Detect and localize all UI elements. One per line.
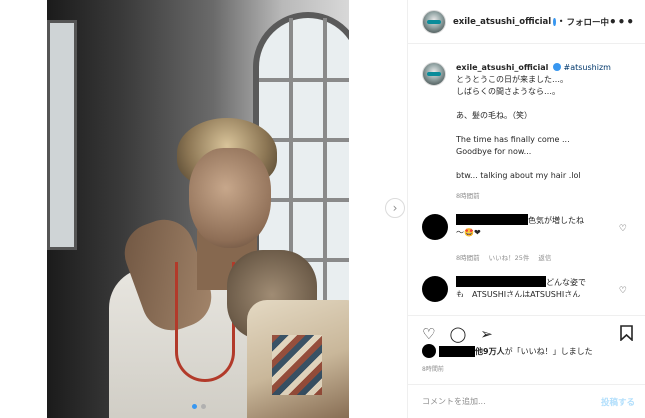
comment-input[interactable]: [422, 397, 582, 406]
comment-text: どんな姿で: [546, 278, 586, 287]
verified-badge-icon: [552, 63, 561, 71]
action-bar: ♡ ◯ ➢: [408, 315, 645, 347]
post-header: exile_atsushi_official • フォロー中 •••: [408, 0, 645, 44]
caption-line: しばらくの間さようなら…。: [456, 87, 560, 96]
carousel-dots: [192, 404, 206, 409]
reply-button[interactable]: 返信: [538, 252, 551, 264]
caption-line: Goodbye for now...: [456, 147, 532, 156]
caption-line: あ、髪の毛ね。（笑）: [456, 111, 532, 120]
post-detail-panel: exile_atsushi_official • フォロー中 ••• exile…: [407, 0, 645, 418]
post-comment-button[interactable]: 投稿する: [601, 396, 635, 408]
heart-icon[interactable]: ♡: [422, 327, 435, 342]
caption-line: btw... talking about my hair .lol: [456, 171, 581, 180]
comment-avatar[interactable]: [422, 276, 448, 302]
comment-timestamp[interactable]: 8時間前: [456, 252, 480, 264]
photo-jacket-pattern: [272, 335, 322, 395]
bookmark-icon[interactable]: [620, 325, 633, 344]
likes-summary: 他9万人 が「いいね！」しました: [422, 344, 593, 358]
caption-username[interactable]: exile_atsushi_official: [456, 63, 548, 72]
caption-avatar[interactable]: [422, 62, 446, 86]
redacted-username: [456, 214, 528, 225]
next-slide-button[interactable]: ›: [385, 198, 405, 218]
comment-text-continued: も ATSUSHIさんはATSUSHIさん: [456, 290, 581, 297]
likes-suffix: が「いいね！」しました: [504, 346, 593, 356]
comment-meta: 8時間前 いいね！25件 返信: [456, 252, 626, 264]
comment-item: 色気が増したね 〜🤩❤ 8時間前 いいね！25件 返信 ♡: [408, 214, 645, 264]
comment-emoji: 🤩❤: [464, 228, 481, 237]
caption-timestamp[interactable]: 8時間前: [456, 190, 631, 202]
photo-necklace: [175, 262, 235, 382]
liker-avatar[interactable]: [422, 344, 436, 358]
comment-like-heart-icon[interactable]: ♡: [619, 286, 627, 296]
comment-avatar[interactable]: [422, 214, 448, 240]
comment-item: どんな姿で も ATSUSHIさんはATSUSHIさん ♡: [408, 276, 645, 302]
share-icon[interactable]: ➢: [480, 327, 493, 342]
add-comment-bar: 投稿する: [408, 384, 645, 418]
likes-count[interactable]: 他9万人: [475, 346, 505, 357]
more-options-icon[interactable]: •••: [609, 15, 635, 29]
redacted-username: [439, 345, 475, 357]
caption: exile_atsushi_official #atsushizm とうとうこの…: [408, 44, 645, 202]
photo-face: [189, 148, 271, 248]
comment-like-count[interactable]: いいね！25件: [489, 252, 530, 264]
caption-line: The time has finally come ...: [456, 135, 570, 144]
post-timestamp[interactable]: 8時間前: [422, 364, 444, 373]
chevron-right-icon: ›: [392, 201, 398, 215]
photo-left-window: [47, 20, 77, 250]
verified-badge-icon: [553, 17, 556, 26]
caption-body: exile_atsushi_official #atsushizm とうとうこの…: [456, 62, 631, 202]
comment-text-continued: 〜: [456, 228, 464, 237]
carousel-dot: [201, 404, 206, 409]
header-username[interactable]: exile_atsushi_official: [453, 17, 551, 27]
comment-text: 色気が増したね: [528, 216, 584, 225]
redacted-username: [456, 276, 546, 287]
caption-hashtag[interactable]: #atsushizm: [564, 63, 611, 72]
header-separator: •: [558, 17, 564, 26]
comment-like-heart-icon[interactable]: ♡: [619, 224, 627, 234]
post-photo[interactable]: [47, 0, 349, 418]
caption-line: とうとうこの日が来ました…。: [456, 75, 568, 84]
comment-body: どんな姿で も ATSUSHIさんはATSUSHIさん: [456, 276, 626, 302]
avatar[interactable]: [422, 9, 446, 34]
comment-body: 色気が増したね 〜🤩❤ 8時間前 いいね！25件 返信: [456, 214, 626, 264]
comment-icon[interactable]: ◯: [449, 327, 466, 342]
post-media-area: ›: [0, 0, 407, 418]
following-button[interactable]: フォロー中: [566, 16, 609, 28]
carousel-dot-active: [192, 404, 197, 409]
